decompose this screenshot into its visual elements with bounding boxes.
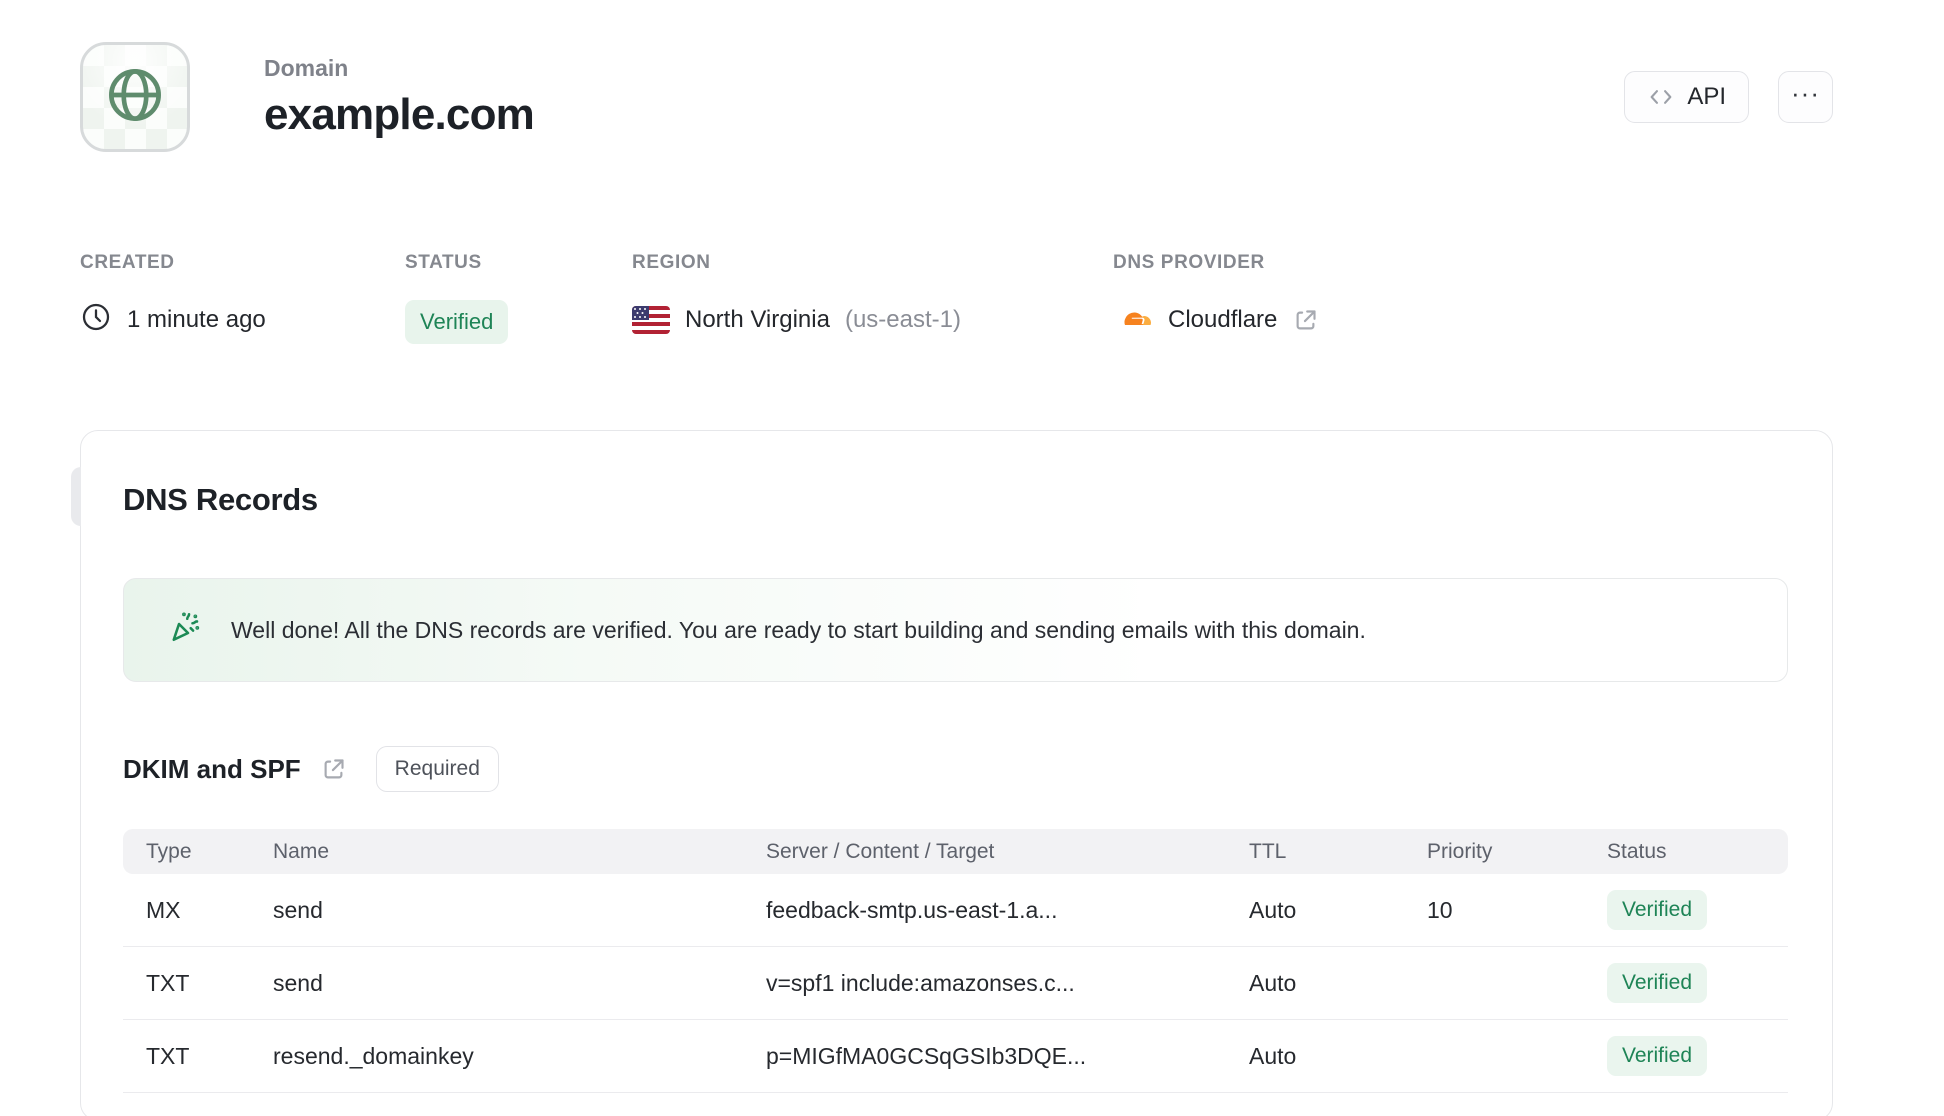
- external-link-icon[interactable]: [320, 756, 347, 783]
- cell-type: TXT: [146, 1042, 190, 1069]
- created-label: CREATED: [80, 252, 175, 273]
- clock-icon: [80, 301, 112, 340]
- meta-dns-provider: DNS PROVIDER Cloudflare: [1113, 252, 1864, 344]
- cell-type: MX: [146, 896, 181, 923]
- row-status-badge: Verified: [1607, 1036, 1708, 1076]
- globe-icon: [102, 62, 168, 133]
- domain-meta: CREATED 1 minute ago STATUS Verified REG…: [0, 252, 1944, 344]
- api-button[interactable]: API: [1624, 71, 1749, 123]
- col-content: Server / Content / Target: [766, 839, 995, 863]
- dns-records-title: DNS Records: [123, 482, 318, 517]
- col-type: Type: [146, 839, 192, 863]
- cell-content: p=MIGfMA0GCSqGSIb3DQE...: [766, 1042, 1087, 1069]
- dns-provider-label: DNS PROVIDER: [1113, 252, 1265, 273]
- col-ttl: TTL: [1249, 839, 1287, 863]
- meta-region: REGION North Virginia (us-east-1): [632, 252, 1113, 344]
- table-body: MX send feedback-smtp.us-east-1.a... Aut…: [123, 874, 1788, 1093]
- dns-records-table: Type Name Server / Content / Target TTL …: [123, 829, 1788, 1093]
- cell-status: Verified: [1607, 890, 1765, 930]
- cell-priority: 10: [1427, 896, 1453, 923]
- table-row[interactable]: TXT send v=spf1 include:amazonses.c... A…: [123, 947, 1788, 1020]
- header-actions: API ···: [1624, 71, 1833, 123]
- domain-type-label: Domain: [264, 54, 349, 81]
- row-status-badge: Verified: [1607, 890, 1708, 930]
- cell-ttl: Auto: [1249, 1042, 1297, 1069]
- ellipsis-icon: ···: [1791, 77, 1820, 108]
- dns-provider-link[interactable]: Cloudflare: [1113, 300, 1864, 340]
- dkim-spf-title: DKIM and SPF: [123, 753, 301, 784]
- cell-name: resend._domainkey: [273, 1042, 474, 1069]
- cell-status: Verified: [1607, 963, 1765, 1003]
- cloudflare-icon: [1113, 304, 1153, 337]
- cell-ttl: Auto: [1249, 969, 1297, 996]
- cell-content: feedback-smtp.us-east-1.a...: [766, 896, 1058, 923]
- dkim-spf-section-header: DKIM and SPF Required: [123, 746, 1788, 792]
- cell-type: TXT: [146, 969, 190, 996]
- table-row[interactable]: MX send feedback-smtp.us-east-1.a... Aut…: [123, 874, 1788, 947]
- domain-titles: Domain example.com: [264, 54, 535, 140]
- meta-created: CREATED 1 minute ago: [80, 252, 405, 344]
- meta-status: STATUS Verified: [405, 252, 632, 344]
- cell-name: send: [273, 969, 323, 996]
- status-label: STATUS: [405, 252, 482, 273]
- api-button-label: API: [1687, 83, 1726, 110]
- cell-content: v=spf1 include:amazonses.c...: [766, 969, 1075, 996]
- page-header: Domain example.com API ···: [0, 0, 1944, 152]
- region-code: (us-east-1): [844, 306, 961, 333]
- card-side-notch: [71, 467, 81, 526]
- region-value: North Virginia: [685, 306, 830, 333]
- status-badge: Verified: [405, 300, 509, 344]
- created-value: 1 minute ago: [127, 306, 266, 333]
- row-status-badge: Verified: [1607, 963, 1708, 1003]
- col-status: Status: [1607, 839, 1667, 863]
- domain-avatar: [80, 42, 190, 152]
- success-banner: Well done! All the DNS records are verif…: [123, 578, 1788, 682]
- table-row[interactable]: TXT resend._domainkey p=MIGfMA0GCSqGSIb3…: [123, 1020, 1788, 1093]
- success-banner-text: Well done! All the DNS records are verif…: [231, 616, 1366, 643]
- us-flag-icon: [632, 306, 670, 334]
- region-label: REGION: [632, 252, 711, 273]
- table-header-row: Type Name Server / Content / Target TTL …: [123, 829, 1788, 874]
- code-icon: [1647, 83, 1675, 111]
- external-link-icon[interactable]: [1292, 307, 1319, 334]
- domain-detail-page: Domain example.com API ··· CREATED 1 min…: [0, 0, 1944, 1116]
- party-popper-icon: [167, 609, 203, 651]
- col-name: Name: [273, 839, 330, 863]
- cell-status: Verified: [1607, 1036, 1765, 1076]
- required-badge: Required: [375, 746, 499, 792]
- dns-provider-value: Cloudflare: [1168, 306, 1278, 333]
- cell-ttl: Auto: [1249, 896, 1297, 923]
- more-options-button[interactable]: ···: [1778, 71, 1833, 123]
- col-priority: Priority: [1427, 839, 1493, 863]
- page-title: example.com: [264, 89, 535, 139]
- dns-records-card: DNS Records Well done! All the DNS recor…: [71, 430, 1833, 1116]
- cell-name: send: [273, 896, 323, 923]
